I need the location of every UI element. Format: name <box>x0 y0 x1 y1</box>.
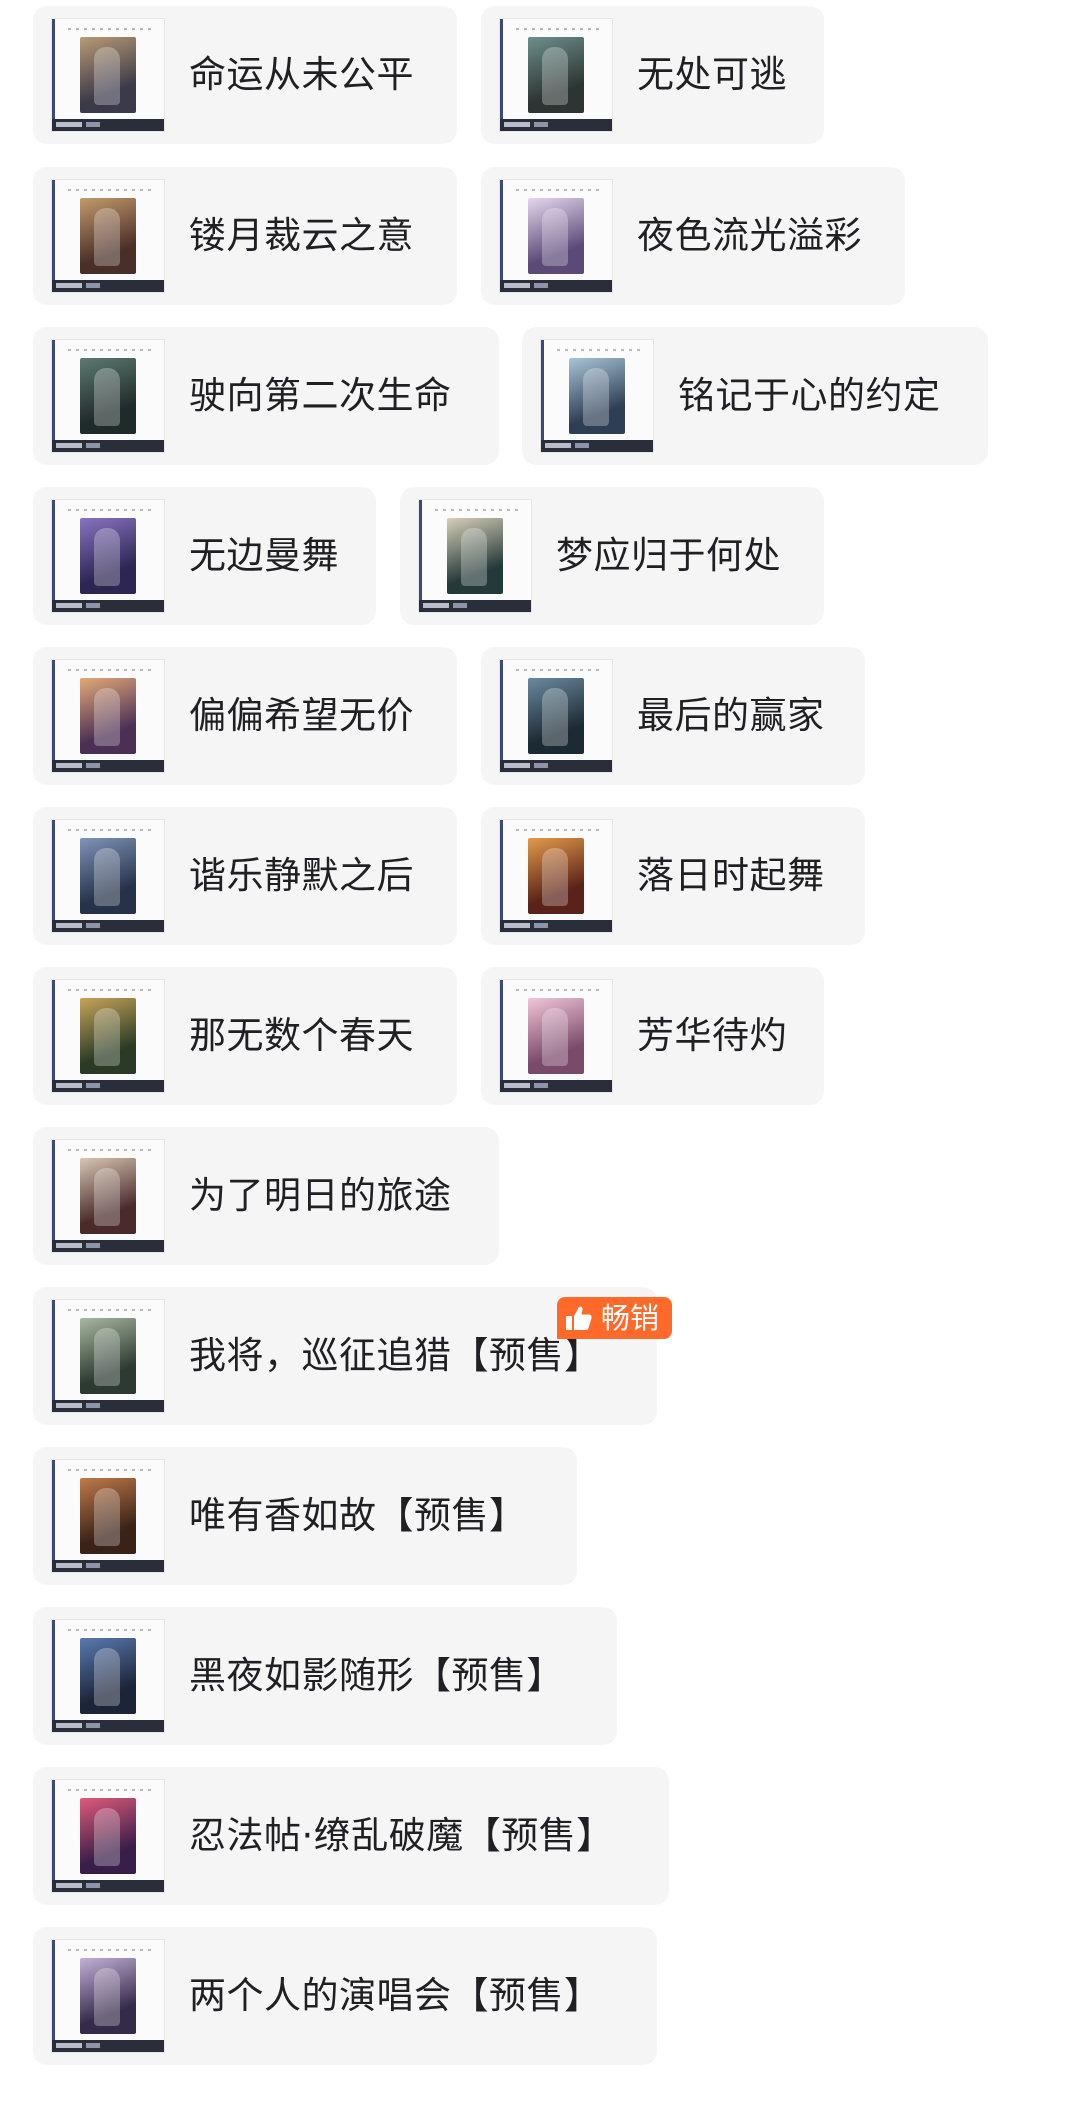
product-thumbnail <box>51 1139 165 1253</box>
product-option-label: 黑夜如影随形【预售】 <box>189 1654 564 1697</box>
bestseller-badge: 畅销 <box>557 1297 672 1339</box>
product-option-label: 偏偏希望无价 <box>189 694 414 737</box>
product-thumbnail <box>51 179 165 293</box>
product-thumbnail <box>51 659 165 773</box>
product-thumbnail <box>51 1619 165 1733</box>
product-option-5[interactable]: 驶向第二次生命 <box>33 327 499 465</box>
product-option-label: 梦应归于何处 <box>556 534 781 577</box>
product-option-label: 镂月裁云之意 <box>189 214 414 257</box>
product-thumbnail <box>51 1939 165 2053</box>
product-option-label: 两个人的演唱会【预售】 <box>189 1974 602 2017</box>
product-option-18[interactable]: 黑夜如影随形【预售】 <box>33 1607 617 1745</box>
product-thumbnail <box>499 819 613 933</box>
product-thumbnail <box>51 339 165 453</box>
product-thumbnail <box>51 499 165 613</box>
product-thumbnail <box>499 659 613 773</box>
product-thumbnail <box>418 499 532 613</box>
product-thumbnail <box>499 979 613 1093</box>
product-option-label: 谐乐静默之后 <box>189 854 414 897</box>
product-option-label: 落日时起舞 <box>637 854 825 897</box>
product-thumbnail <box>51 1779 165 1893</box>
product-option-label: 唯有香如故【预售】 <box>189 1494 527 1537</box>
product-option-13[interactable]: 那无数个春天 <box>33 967 457 1105</box>
product-option-label: 无边曼舞 <box>189 534 339 577</box>
product-option-1[interactable]: 命运从未公平 <box>33 6 457 144</box>
product-option-label: 芳华待灼 <box>637 1014 787 1057</box>
product-option-label: 最后的赢家 <box>637 694 825 737</box>
product-option-label: 为了明日的旅途 <box>189 1174 452 1217</box>
product-option-label: 无处可逃 <box>637 53 787 96</box>
product-option-label: 我将，巡征追猎【预售】 <box>189 1334 602 1377</box>
product-thumbnail <box>51 819 165 933</box>
product-option-label: 夜色流光溢彩 <box>637 214 862 257</box>
product-option-label: 忍法帖·缭乱破魔【预售】 <box>189 1814 614 1857</box>
product-option-10[interactable]: 最后的赢家 <box>481 647 865 785</box>
product-thumbnail <box>499 179 613 293</box>
thumbs-up-icon <box>566 1306 592 1330</box>
product-thumbnail <box>540 339 654 453</box>
product-option-label: 那无数个春天 <box>189 1014 414 1057</box>
bestseller-badge-label: 畅销 <box>601 1301 660 1335</box>
product-thumbnail <box>51 979 165 1093</box>
product-option-11[interactable]: 谐乐静默之后 <box>33 807 457 945</box>
product-option-label: 命运从未公平 <box>189 53 414 96</box>
product-thumbnail <box>51 1459 165 1573</box>
product-thumbnail <box>51 18 165 132</box>
product-option-14[interactable]: 芳华待灼 <box>481 967 824 1105</box>
product-option-17[interactable]: 唯有香如故【预售】 <box>33 1447 577 1585</box>
product-option-20[interactable]: 两个人的演唱会【预售】 <box>33 1927 657 2065</box>
product-thumbnail <box>51 1299 165 1413</box>
product-option-label: 铭记于心的约定 <box>678 374 941 417</box>
product-option-19[interactable]: 忍法帖·缭乱破魔【预售】 <box>33 1767 669 1905</box>
product-option-12[interactable]: 落日时起舞 <box>481 807 865 945</box>
product-option-9[interactable]: 偏偏希望无价 <box>33 647 457 785</box>
product-option-8[interactable]: 梦应归于何处 <box>400 487 824 625</box>
product-option-6[interactable]: 铭记于心的约定 <box>522 327 988 465</box>
product-option-15[interactable]: 为了明日的旅途 <box>33 1127 499 1265</box>
product-option-label: 驶向第二次生命 <box>189 374 452 417</box>
product-option-3[interactable]: 镂月裁云之意 <box>33 167 457 305</box>
product-option-2[interactable]: 无处可逃 <box>481 6 824 144</box>
product-option-4[interactable]: 夜色流光溢彩 <box>481 167 905 305</box>
product-option-7[interactable]: 无边曼舞 <box>33 487 376 625</box>
product-thumbnail <box>499 18 613 132</box>
